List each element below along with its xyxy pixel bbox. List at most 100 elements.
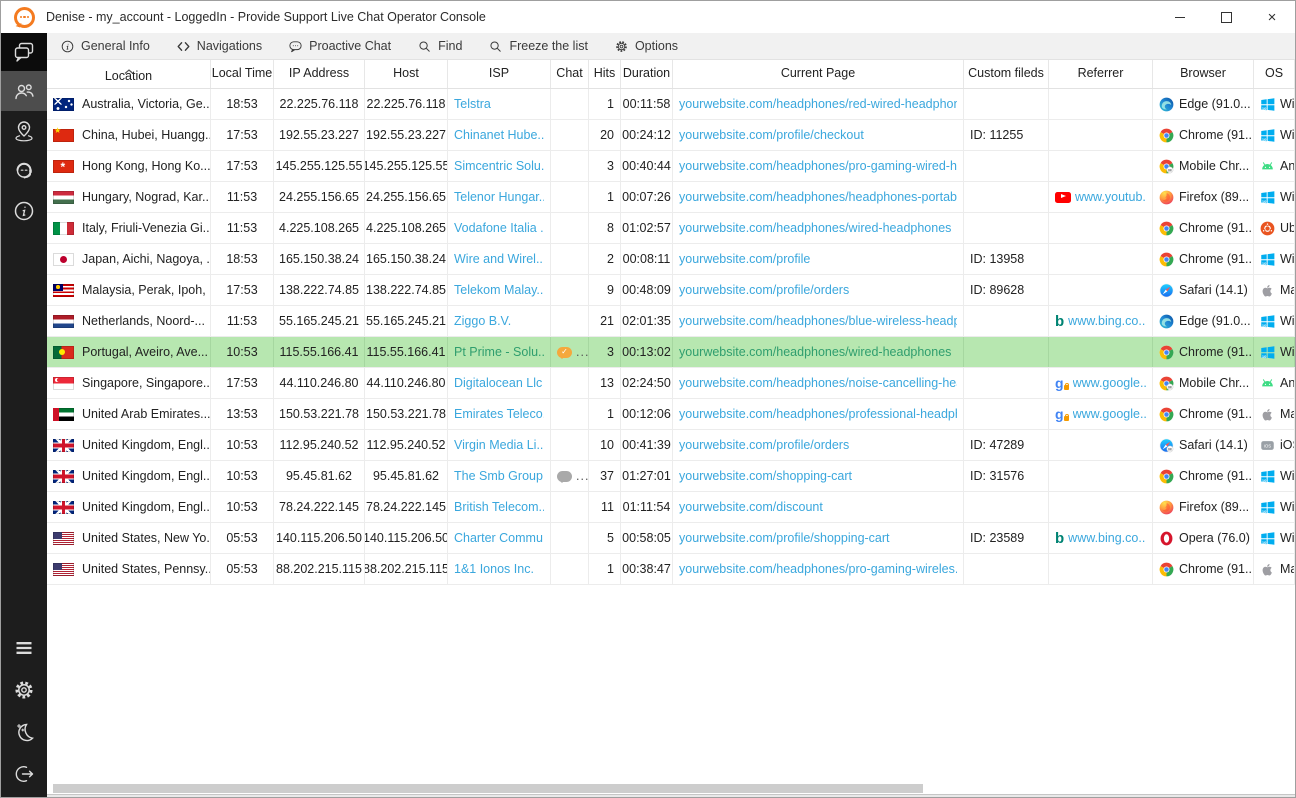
toolbar-button-navigations[interactable]: Navigations [163, 33, 275, 59]
current-page-link[interactable]: yourwebsite.com/profile/shopping-cart [679, 531, 890, 545]
referrer-link[interactable]: www.bing.co... [1068, 531, 1146, 545]
column-header-os[interactable]: OS [1254, 60, 1295, 88]
toolbar-button-freeze-the-list[interactable]: Freeze the list [475, 33, 601, 59]
current-page-link[interactable]: yourwebsite.com/headphones/noise-cancell… [679, 376, 957, 390]
current-page-link[interactable]: yourwebsite.com/headphones/pro-gaming-wi… [679, 159, 957, 173]
toolbar-button-options[interactable]: Options [601, 33, 691, 59]
column-header-custom-fileds[interactable]: Custom fileds [964, 60, 1049, 88]
column-header-isp[interactable]: ISP [448, 60, 551, 88]
close-button[interactable]: × [1249, 1, 1295, 33]
cell-location: United Arab Emirates... [47, 399, 211, 429]
toolbar: General InfoNavigationsProactive ChatFin… [47, 33, 1295, 59]
cell-hits: 3 [589, 151, 621, 181]
location-text: Hong Kong, Hong Ko... [82, 159, 211, 173]
column-header-hits[interactable]: Hits [589, 60, 621, 88]
current-page-link[interactable]: yourwebsite.com/profile/orders [679, 438, 849, 452]
visitor-row[interactable]: United Kingdom, Engl...10:53112.95.240.5… [47, 430, 1295, 461]
visitor-row[interactable]: China, Hubei, Huangg...17:53192.55.23.22… [47, 120, 1295, 151]
isp-link[interactable]: Charter Commu... [454, 531, 544, 545]
current-page-link[interactable]: yourwebsite.com/headphones/professional-… [679, 407, 957, 421]
column-header-duration[interactable]: Duration [621, 60, 673, 88]
toolbar-button-find[interactable]: Find [404, 33, 475, 59]
visitor-row[interactable]: United Kingdom, Engl...10:5395.45.81.629… [47, 461, 1295, 492]
column-header-referrer[interactable]: Referrer [1049, 60, 1153, 88]
location-text: United States, New Yo... [82, 531, 211, 545]
isp-link[interactable]: Emirates Teleco... [454, 407, 544, 421]
current-page-link[interactable]: yourwebsite.com/headphones/pro-gaming-wi… [679, 562, 957, 576]
current-page-link[interactable]: yourwebsite.com/profile/checkout [679, 128, 864, 142]
visitor-row[interactable]: Italy, Friuli-Venezia Gi...11:534.225.10… [47, 213, 1295, 244]
visitor-row-selected[interactable]: Portugal, Aveiro, Ave...10:53115.55.166.… [47, 337, 1295, 368]
visitor-row[interactable]: United States, New Yo...05:53140.115.206… [47, 523, 1295, 554]
toolbar-button-proactive-chat[interactable]: Proactive Chat [275, 33, 404, 59]
isp-link[interactable]: Chinanet Hube... [454, 128, 544, 142]
isp-link[interactable]: Telekom Malay... [454, 283, 544, 297]
horizontal-scrollbar[interactable] [47, 782, 1295, 794]
visitor-row[interactable]: Singapore, Singapore...17:5344.110.246.8… [47, 368, 1295, 399]
visitor-row[interactable]: Hungary, Nograd, Kar...11:5324.255.156.6… [47, 182, 1295, 213]
current-page-link[interactable]: yourwebsite.com/profile/orders [679, 283, 849, 297]
sidebar-item-operator[interactable] [1, 151, 47, 191]
location-text: United Kingdom, Engl... [82, 438, 211, 452]
sidebar [1, 33, 47, 797]
isp-link[interactable]: Telenor Hungar... [454, 190, 544, 204]
sidebar-item-geo-location[interactable] [1, 111, 47, 151]
sidebar-item-menu[interactable] [1, 627, 47, 669]
isp-link[interactable]: Telstra [454, 97, 491, 111]
visitor-row[interactable]: Australia, Victoria, Ge...18:5322.225.76… [47, 89, 1295, 120]
scrollbar-thumb[interactable] [53, 784, 923, 793]
current-page-link[interactable]: yourwebsite.com/discount [679, 500, 823, 514]
visitor-row[interactable]: Netherlands, Noord-...11:5355.165.245.21… [47, 306, 1295, 337]
maximize-button[interactable] [1203, 1, 1249, 33]
visitor-row[interactable]: United Kingdom, Engl...10:5378.24.222.14… [47, 492, 1295, 523]
current-page-link[interactable]: yourwebsite.com/shopping-cart [679, 469, 852, 483]
message-chat-icon[interactable] [557, 471, 572, 482]
isp-link[interactable]: British Telecom... [454, 500, 544, 514]
column-header-current-page[interactable]: Current Page [673, 60, 964, 88]
isp-link[interactable]: Simcentric Solu... [454, 159, 544, 173]
isp-link[interactable]: The Smb Group [454, 469, 543, 483]
cell-custom-fields: ID: 23589 [964, 523, 1049, 553]
isp-link[interactable]: Ziggo B.V. [454, 314, 511, 328]
column-header-ip-address[interactable]: IP Address [274, 60, 365, 88]
isp-link[interactable]: 1&1 Ionos Inc. [454, 562, 534, 576]
isp-link[interactable]: Virgin Media Li... [454, 438, 544, 452]
current-page-link[interactable]: yourwebsite.com/headphones/blue-wireless… [679, 314, 957, 328]
column-header-chat[interactable]: Chat [551, 60, 589, 88]
column-header-browser[interactable]: Browser [1153, 60, 1254, 88]
visitor-row[interactable]: Japan, Aichi, Nagoya, ...18:53165.150.38… [47, 244, 1295, 275]
sidebar-item-logout[interactable] [1, 753, 47, 795]
referrer-link[interactable]: www.google... [1073, 376, 1146, 390]
sidebar-item-info[interactable] [1, 191, 47, 231]
column-header-local-time[interactable]: Local Time [211, 60, 274, 88]
visitor-row[interactable]: United Arab Emirates...13:53150.53.221.7… [47, 399, 1295, 430]
sidebar-item-night-mode[interactable] [1, 711, 47, 753]
isp-link[interactable]: Wire and Wirel... [454, 252, 544, 266]
safari-mobile-browser-icon: M [1159, 438, 1174, 453]
cell-browser: MMobile Chr... [1153, 151, 1254, 181]
current-page-link[interactable]: yourwebsite.com/headphones/headphones-po… [679, 190, 957, 204]
current-page-link[interactable]: yourwebsite.com/profile [679, 252, 810, 266]
referrer-link[interactable]: www.google... [1073, 407, 1146, 421]
cell-local-time: 10:53 [211, 461, 274, 491]
current-page-link[interactable]: yourwebsite.com/headphones/wired-headpho… [679, 221, 951, 235]
sidebar-item-visitors[interactable] [1, 71, 47, 111]
sidebar-item-chats[interactable] [1, 33, 47, 71]
visitor-row[interactable]: United States, Pennsy...05:5388.202.215.… [47, 554, 1295, 585]
isp-link[interactable]: Vodafone Italia ... [454, 221, 544, 235]
toolbar-button-general-info[interactable]: General Info [47, 33, 163, 59]
current-page-link[interactable]: yourwebsite.com/headphones/wired-headpho… [679, 345, 951, 359]
current-page-link[interactable]: yourwebsite.com/headphones/red-wired-hea… [679, 97, 957, 111]
column-header-host[interactable]: Host [365, 60, 448, 88]
visitor-row[interactable]: Hong Kong, Hong Ko...17:53145.255.125.55… [47, 151, 1295, 182]
referrer-link[interactable]: www.youtub... [1075, 190, 1146, 204]
isp-link[interactable]: Digitalocean Llc [454, 376, 542, 390]
sidebar-item-settings[interactable] [1, 669, 47, 711]
minimize-button[interactable] [1157, 1, 1203, 33]
referrer-link[interactable]: www.bing.co... [1068, 314, 1146, 328]
column-header-location[interactable]: Location [47, 60, 211, 88]
visitor-row[interactable]: Malaysia, Perak, Ipoh, ...17:53138.222.7… [47, 275, 1295, 306]
isp-link[interactable]: Pt Prime - Solu... [454, 345, 544, 359]
cell-os: iOSiOS [1254, 430, 1295, 460]
answered-chat-icon[interactable]: ✓ [557, 347, 572, 358]
